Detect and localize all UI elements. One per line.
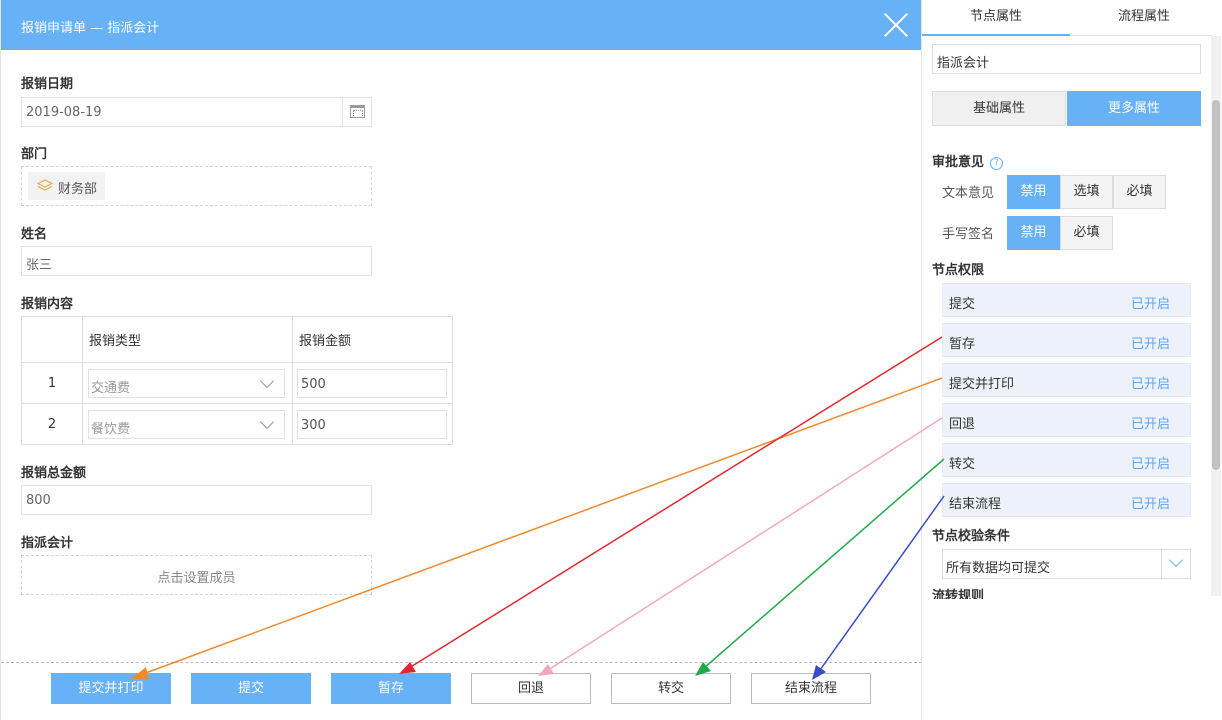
- tab-node-properties[interactable]: 节点属性: [922, 0, 1070, 36]
- permission-item-save[interactable]: 暂存 已开启: [942, 323, 1191, 357]
- total-value: 800: [26, 493, 51, 508]
- workflow-form-page: 报销申请单 — 指派会计 报销日期 2019-08-19 部门 财务部 姓名 张…: [0, 0, 1222, 720]
- type-select[interactable]: 餐饮费: [88, 409, 285, 439]
- permission-item-submit-print[interactable]: 提交并打印 已开启: [942, 363, 1191, 397]
- end-flow-button[interactable]: 结束流程: [751, 673, 871, 704]
- chevron-down-icon: [1161, 550, 1190, 578]
- dept-tag: 财务部: [28, 172, 106, 200]
- layers-icon: [37, 179, 53, 191]
- flow-rule-heading: 流转规则: [932, 589, 985, 599]
- row-type-cell: 餐饮费: [82, 403, 293, 445]
- date-value: 2019-08-19: [26, 105, 102, 120]
- tab-flow-properties[interactable]: 流程属性: [1070, 0, 1218, 36]
- permission-label: 转交: [949, 457, 976, 472]
- type-value: 交通费: [91, 380, 131, 396]
- calendar-icon[interactable]: [342, 98, 371, 126]
- node-name-input[interactable]: 指派会计: [932, 44, 1201, 74]
- close-icon[interactable]: [883, 12, 909, 38]
- content-label: 报销内容: [21, 297, 74, 312]
- assign-member-field[interactable]: 点击设置成员: [21, 555, 372, 595]
- permission-status: 已开启: [1130, 457, 1170, 472]
- form-title: 报销申请单 — 指派会计: [21, 21, 160, 36]
- dept-label: 部门: [21, 147, 48, 162]
- table-header-no: [21, 316, 83, 363]
- dept-value: 财务部: [58, 182, 98, 197]
- node-permission-heading: 节点权限: [932, 263, 985, 278]
- permission-label: 回退: [949, 417, 976, 432]
- save-button[interactable]: 暂存: [331, 673, 451, 704]
- node-check-heading: 节点校验条件: [932, 529, 1011, 544]
- properties-panel: 节点属性 流程属性 指派会计 基础属性 更多属性 审批意见? 文本意见 禁用 选…: [921, 0, 1222, 720]
- permission-status: 已开启: [1130, 497, 1170, 512]
- check-condition-value: 所有数据均可提交: [946, 561, 1051, 576]
- table-header-amount: 报销金额: [292, 316, 453, 363]
- handwritten-sign-label: 手写签名: [942, 227, 995, 242]
- amount-input[interactable]: 300: [297, 409, 447, 439]
- row-type-cell: 交通费: [82, 362, 293, 404]
- dept-field[interactable]: 财务部: [21, 166, 372, 206]
- sign-disable[interactable]: 禁用: [1007, 216, 1060, 250]
- row-number: 1: [21, 362, 83, 404]
- permission-item-submit[interactable]: 提交 已开启: [942, 283, 1191, 317]
- table-header-row: 报销类型 报销金额: [21, 316, 453, 363]
- help-icon[interactable]: ?: [990, 157, 1004, 170]
- permission-status: 已开启: [1130, 377, 1170, 392]
- assign-label: 指派会计: [21, 536, 74, 551]
- more-properties-button[interactable]: 更多属性: [1067, 91, 1201, 126]
- check-condition-select[interactable]: 所有数据均可提交: [942, 549, 1191, 579]
- action-bar-divider: [1, 662, 922, 663]
- form-header: 报销申请单 — 指派会计: [1, 0, 922, 50]
- type-value: 餐饮费: [91, 421, 131, 437]
- amount-input[interactable]: 500: [297, 368, 447, 398]
- assign-placeholder: 点击设置成员: [157, 571, 236, 586]
- transfer-button[interactable]: 转交: [611, 673, 731, 704]
- approval-opinion-label: 审批意见: [932, 155, 985, 170]
- table-header-type: 报销类型: [82, 316, 293, 363]
- row-amount-cell: 500: [292, 362, 453, 404]
- name-field[interactable]: 张三: [21, 246, 372, 276]
- permission-status: 已开启: [1130, 417, 1170, 432]
- detail-table: 报销类型 报销金额 1 交通费 500 2 餐饮费 300: [21, 316, 453, 445]
- text-opinion-label: 文本意见: [942, 186, 995, 201]
- permission-status: 已开启: [1130, 297, 1170, 312]
- table-row: 1 交通费 500: [21, 362, 453, 404]
- date-field[interactable]: 2019-08-19: [21, 97, 372, 127]
- return-button[interactable]: 回退: [471, 673, 591, 704]
- scrollbar-thumb[interactable]: [1212, 100, 1220, 470]
- name-label: 姓名: [21, 227, 48, 242]
- sign-required[interactable]: 必填: [1060, 216, 1113, 250]
- text-opinion-optional[interactable]: 选填: [1060, 175, 1113, 209]
- date-label: 报销日期: [21, 77, 74, 92]
- name-value: 张三: [26, 258, 53, 273]
- table-row: 2 餐饮费 300: [21, 403, 453, 445]
- text-opinion-disable[interactable]: 禁用: [1007, 175, 1060, 209]
- permission-item-return[interactable]: 回退 已开启: [942, 403, 1191, 437]
- permission-label: 结束流程: [949, 497, 1002, 512]
- permission-status: 已开启: [1130, 337, 1170, 352]
- submit-button[interactable]: 提交: [191, 673, 311, 704]
- row-number: 2: [21, 403, 83, 445]
- type-select[interactable]: 交通费: [88, 368, 285, 398]
- form-panel: 报销申请单 — 指派会计 报销日期 2019-08-19 部门 财务部 姓名 张…: [0, 0, 922, 720]
- total-field[interactable]: 800: [21, 485, 372, 515]
- approval-opinion-heading: 审批意见?: [932, 151, 1004, 170]
- chevron-down-icon: [254, 370, 284, 397]
- total-label: 报销总金额: [21, 466, 87, 481]
- permission-label: 提交并打印: [949, 377, 1015, 392]
- property-tabs: 节点属性 流程属性: [922, 0, 1212, 36]
- permission-item-end-flow[interactable]: 结束流程 已开启: [942, 483, 1191, 517]
- text-opinion-required[interactable]: 必填: [1113, 175, 1166, 209]
- property-mode-toggle: 基础属性 更多属性: [932, 91, 1201, 126]
- basic-properties-button[interactable]: 基础属性: [932, 91, 1066, 126]
- submit-print-button[interactable]: 提交并打印: [51, 673, 171, 704]
- permission-label: 暂存: [949, 337, 976, 352]
- permission-label: 提交: [949, 297, 976, 312]
- permission-item-transfer[interactable]: 转交 已开启: [942, 443, 1191, 477]
- chevron-down-icon: [254, 411, 284, 438]
- row-amount-cell: 300: [292, 403, 453, 445]
